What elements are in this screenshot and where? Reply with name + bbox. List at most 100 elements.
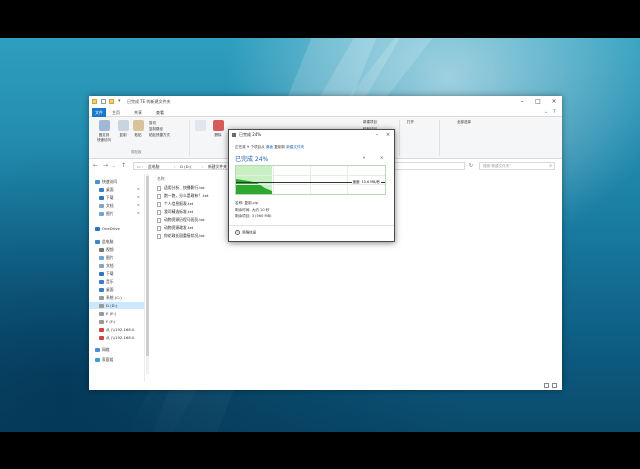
copy-description: 正在将 9 个项目从 桌面 复制到 新建文件夹 — [235, 145, 304, 150]
breadcrumb-d-drive[interactable]: D (D:) — [180, 164, 191, 169]
new-item-button[interactable]: 新建项目 — [363, 120, 377, 125]
close-button[interactable]: × — [383, 130, 393, 140]
cut-button[interactable]: 剪切 — [149, 121, 156, 126]
navigation-pane: 快速访问 桌面 ✱ 下载 ✱ 文档 ✱ 图片 ✱ OneDrive 此电脑 视频… — [89, 174, 145, 382]
window-title: 已完成 TE 的新建文件夹 — [127, 99, 171, 104]
breadcrumb-new-folder[interactable]: 新建文件夹 — [208, 164, 227, 170]
expand-ribbon-icon[interactable]: ⌄ — [544, 109, 548, 115]
file-row[interactable]: 动物资源政发.txt — [157, 224, 193, 231]
desktop-icon — [99, 188, 104, 192]
drive-icon — [99, 320, 104, 324]
column-header-name[interactable]: 名称 — [157, 176, 165, 182]
minimize-button[interactable]: – — [372, 130, 382, 140]
help-icon[interactable]: ? — [553, 109, 556, 115]
nav-downloads-pc[interactable]: 下载 — [99, 270, 114, 277]
download-icon — [99, 196, 104, 200]
nav-label: 从 (\\192.168.0. — [106, 335, 136, 340]
document-icon — [99, 204, 104, 208]
tab-view[interactable]: 查看 — [153, 108, 167, 117]
paste-button[interactable]: 粘贴 — [131, 120, 145, 138]
file-name: 跑一跑，分么是政有？.txt — [164, 193, 209, 198]
nav-f-drive[interactable]: F (F:) — [99, 318, 116, 325]
nav-desktop[interactable]: 桌面 — [99, 186, 114, 193]
pc-icon — [95, 240, 100, 244]
destination-link[interactable]: 新建文件夹 — [286, 145, 304, 149]
less-details-button[interactable]: ⌃ 简略信息 — [235, 230, 256, 236]
scrollbar-thumb[interactable] — [146, 176, 149, 356]
nav-network-drive-1[interactable]: 从 (\\192.168.0. — [99, 326, 136, 333]
dialog-title: 已完成 24% — [239, 132, 262, 137]
nav-label: D (D:) — [106, 303, 118, 308]
move-to-button[interactable] — [193, 120, 207, 133]
pin-quick-access-button[interactable]: 固定到 快速访问 — [93, 120, 115, 143]
nav-label: 文档 — [106, 263, 114, 268]
new-folder-icon[interactable] — [109, 99, 114, 104]
nav-this-pc[interactable]: 此电脑 — [95, 238, 113, 245]
nav-documents[interactable]: 文档 — [99, 202, 114, 209]
file-name: 你花政长园重接状况.txt — [164, 233, 205, 238]
nav-downloads[interactable]: 下载 — [99, 194, 114, 201]
file-row[interactable]: 你花政长园重接状况.txt — [157, 232, 205, 239]
maximize-button[interactable]: □ — [531, 97, 545, 107]
file-row[interactable]: 个人信息报表.txt — [157, 200, 193, 207]
delete-button[interactable]: 删除 — [211, 120, 225, 138]
nav-desktop-pc[interactable]: 桌面 — [99, 286, 114, 293]
nav-documents-pc[interactable]: 文档 — [99, 262, 114, 269]
text-file-icon — [157, 225, 161, 231]
nav-scrollbar[interactable] — [146, 174, 149, 374]
file-row[interactable]: 适用分析、快播影行.txt — [157, 184, 205, 191]
folder-icon — [92, 99, 97, 104]
drive-icon — [99, 312, 104, 316]
grid-line — [236, 175, 385, 176]
cancel-button[interactable]: ✕ — [380, 155, 383, 160]
file-row[interactable]: 跑一跑，分么是政有？.txt — [157, 192, 208, 199]
nav-onedrive[interactable]: OneDrive — [95, 225, 120, 232]
search-input[interactable]: 搜索"新建文件夹" ⌕ — [479, 162, 555, 170]
file-row[interactable]: 我司精选标准.txt — [157, 208, 193, 215]
source-link[interactable]: 桌面 — [266, 145, 273, 149]
description-mid: 复制到 — [274, 145, 286, 149]
forward-arrow-icon[interactable]: → — [103, 162, 108, 169]
select-all-button[interactable]: 全部选择 — [457, 120, 471, 125]
nav-d-drive[interactable]: D (D:) — [89, 302, 144, 309]
pin-icon: ✱ — [137, 195, 140, 199]
nav-e-drive[interactable]: E (E:) — [99, 310, 116, 317]
pause-button[interactable]: ⏸ — [363, 155, 365, 160]
tab-share[interactable]: 共享 — [131, 108, 145, 117]
copy-label: 复制 — [119, 133, 127, 137]
paste-shortcut-button[interactable]: 粘贴快捷方式 — [149, 133, 170, 138]
back-arrow-icon[interactable]: ← — [93, 162, 98, 169]
nav-label: 家庭组 — [102, 357, 114, 362]
tab-file[interactable]: 文件 — [92, 108, 106, 117]
file-row[interactable]: 动物资源历程马园员.txt — [157, 216, 205, 223]
up-arrow-icon[interactable]: ↑ — [121, 162, 126, 169]
copy-button[interactable]: 复制 — [116, 120, 130, 138]
network-drive-icon — [99, 336, 104, 340]
large-icons-view-icon[interactable] — [552, 383, 557, 388]
nav-network[interactable]: 网络 — [95, 346, 110, 353]
grid-line — [273, 166, 274, 194]
breadcrumb-this-pc[interactable]: 此电脑 — [148, 164, 159, 170]
nav-pictures-pc[interactable]: 图片 — [99, 254, 114, 261]
nav-videos[interactable]: 视频 — [99, 246, 114, 253]
tab-home[interactable]: 主页 — [109, 108, 123, 117]
ribbon-group-clipboard: 剪贴板 — [131, 150, 142, 154]
nav-network-drive-2[interactable]: 从 (\\192.168.0. — [99, 334, 136, 341]
nav-homegroup[interactable]: 家庭组 — [95, 356, 113, 363]
nav-label: 此电脑 — [102, 239, 114, 244]
nav-pictures[interactable]: 图片 — [99, 210, 114, 217]
properties-icon[interactable] — [101, 99, 106, 104]
copy-path-button[interactable]: 复制路径 — [149, 127, 163, 132]
grid-line — [236, 184, 385, 185]
close-button[interactable]: × — [547, 97, 561, 107]
open-button[interactable]: 打开 — [407, 120, 414, 125]
refresh-icon[interactable]: ↻ — [467, 162, 475, 170]
minimize-button[interactable]: – — [515, 97, 529, 107]
nav-music[interactable]: 音乐 — [99, 278, 114, 285]
recent-chevron-icon[interactable]: ⌄ — [112, 163, 115, 168]
details-view-icon[interactable] — [544, 383, 549, 388]
nav-quick-access[interactable]: 快速访问 — [95, 178, 117, 185]
text-file-icon — [157, 209, 161, 215]
nav-c-drive[interactable]: 系统 (C:) — [99, 294, 122, 301]
chevron-down-icon[interactable]: ▾ — [118, 98, 121, 104]
